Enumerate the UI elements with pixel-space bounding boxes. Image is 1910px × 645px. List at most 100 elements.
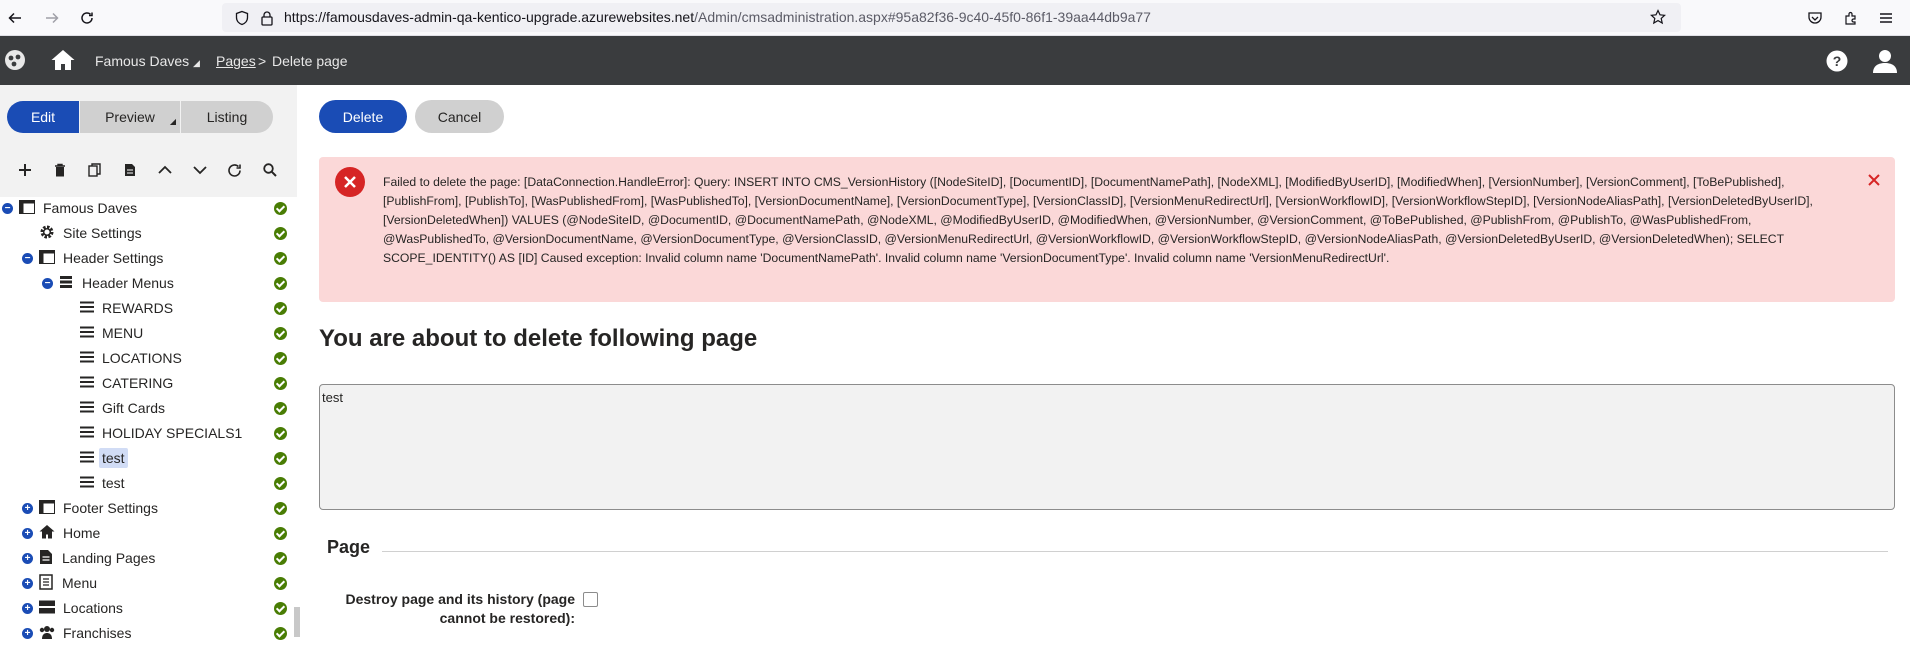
close-icon[interactable] (1866, 172, 1882, 188)
home-icon (39, 524, 55, 542)
tree-node-landing-pages[interactable]: Landing Pages (39, 547, 158, 569)
chevron-up-icon[interactable] (147, 158, 182, 182)
tree-node-menu-item[interactable]: CATERING (80, 372, 176, 394)
tree-node-label: Landing Pages (62, 550, 156, 566)
published-check-icon (274, 477, 287, 490)
forward-icon[interactable] (40, 6, 64, 30)
published-check-icon (274, 302, 287, 315)
tree-node-root[interactable]: Famous Daves (19, 197, 140, 219)
breadcrumb-pages-link[interactable]: Pages (216, 53, 256, 69)
published-check-icon (274, 277, 287, 290)
bookmark-star-icon[interactable] (1650, 9, 1666, 30)
page-list-item: test (322, 390, 343, 405)
help-icon[interactable]: ? (1826, 50, 1848, 77)
tree-node-label: test (102, 475, 125, 491)
published-check-icon (274, 327, 287, 340)
move-page-icon[interactable] (112, 158, 147, 182)
refresh-icon[interactable] (217, 158, 252, 182)
tree-node-menu-item-selected[interactable]: test (80, 447, 128, 469)
content-tree: − Famous Daves Site Settings − Header Se… (0, 197, 297, 645)
gear-icon (39, 224, 55, 243)
breadcrumb-current: Delete page (272, 53, 348, 69)
tree-node-home[interactable]: Home (39, 522, 103, 544)
published-check-icon (274, 427, 287, 440)
error-message-text: Failed to delete the page: [DataConnecti… (383, 175, 1813, 265)
table-layout-icon (39, 249, 55, 267)
destroy-history-label: Destroy page and its history (page canno… (345, 591, 576, 626)
reload-icon[interactable] (75, 6, 99, 30)
destroy-history-checkbox[interactable] (583, 592, 598, 607)
collapse-icon[interactable]: − (42, 278, 53, 289)
table-layout-icon (39, 499, 55, 517)
mode-listing-button[interactable]: Listing (181, 101, 273, 133)
chevron-down-icon[interactable] (182, 158, 217, 182)
hamburger-menu-icon[interactable] (1874, 6, 1898, 30)
error-icon (335, 167, 365, 197)
tree-node-label: Header Settings (63, 250, 164, 266)
lines-icon (80, 450, 94, 466)
tree-node-label: Home (63, 525, 101, 541)
tree-node-franchises[interactable]: Franchises (39, 622, 134, 644)
lines-icon (80, 475, 94, 491)
tree-node-menu-item[interactable]: Gift Cards (80, 397, 168, 419)
tree-node-menu-item[interactable]: REWARDS (80, 297, 176, 319)
expand-icon[interactable]: + (22, 578, 33, 589)
published-check-icon (274, 627, 287, 640)
tree-node-menu-item[interactable]: LOCATIONS (80, 347, 185, 369)
home-icon[interactable] (50, 48, 76, 77)
tree-node-footer-settings[interactable]: Footer Settings (39, 497, 161, 519)
rows-icon (39, 600, 55, 617)
list-icon (59, 275, 73, 292)
pocket-icon[interactable] (1803, 6, 1827, 30)
tree-node-header-settings[interactable]: Header Settings (39, 247, 166, 269)
expand-icon[interactable]: + (22, 603, 33, 614)
tree-node-locations[interactable]: Locations (39, 597, 126, 619)
published-check-icon (274, 227, 287, 240)
delete-page-icon[interactable] (42, 158, 77, 182)
content-tree-panel: Edit Preview ◢ Listing − Famous Daves Si… (0, 85, 300, 645)
published-check-icon (274, 452, 287, 465)
mode-preview-button[interactable]: Preview ◢ (80, 101, 180, 133)
url-text[interactable]: https://famousdaves-admin-qa-kentico-upg… (284, 9, 1151, 25)
expand-icon[interactable]: + (22, 553, 33, 564)
section-title: Page (327, 537, 371, 557)
tree-node-label: HOLIDAY SPECIALS1 (102, 425, 243, 441)
tree-node-menu-item[interactable]: MENU (80, 322, 146, 344)
search-icon[interactable] (252, 158, 287, 182)
tree-node-label: test (99, 448, 128, 468)
expand-icon[interactable]: + (22, 628, 33, 639)
site-selector[interactable]: Famous Daves ◢ (95, 53, 200, 69)
lines-icon (80, 400, 94, 416)
section-divider (382, 551, 1888, 552)
pages-to-delete-list: test (319, 384, 1895, 510)
lock-icon[interactable] (260, 10, 274, 31)
chevron-down-icon: ◢ (169, 117, 176, 126)
extensions-icon[interactable] (1839, 6, 1863, 30)
tree-node-menu[interactable]: Menu (39, 572, 100, 594)
tree-node-label: Header Menus (82, 275, 174, 291)
add-page-icon[interactable] (7, 158, 42, 182)
lines-icon (80, 300, 94, 316)
tree-node-label: Franchises (63, 625, 132, 641)
mode-edit-button[interactable]: Edit (7, 101, 79, 133)
delete-button[interactable]: Delete (319, 100, 407, 133)
published-check-icon (274, 377, 287, 390)
tree-node-menu-item[interactable]: test (80, 472, 128, 494)
table-layout-icon (19, 199, 35, 217)
tree-node-site-settings[interactable]: Site Settings (39, 222, 145, 244)
tree-node-menu-item[interactable]: HOLIDAY SPECIALS1 (80, 422, 245, 444)
tree-node-header-menus[interactable]: Header Menus (59, 272, 177, 294)
kentico-logo-icon[interactable] (4, 49, 26, 76)
expand-icon[interactable]: + (22, 528, 33, 539)
address-bar[interactable]: https://famousdaves-admin-qa-kentico-upg… (222, 3, 1681, 32)
collapse-icon[interactable]: − (22, 253, 33, 264)
cancel-button[interactable]: Cancel (415, 100, 504, 133)
copy-page-icon[interactable] (77, 158, 112, 182)
page-title: You are about to delete following page (319, 325, 758, 352)
collapse-icon[interactable]: − (2, 203, 13, 214)
shield-icon[interactable] (234, 10, 250, 31)
back-icon[interactable] (3, 6, 27, 30)
browser-toolbar: https://famousdaves-admin-qa-kentico-upg… (0, 0, 1910, 36)
user-avatar-icon[interactable] (1872, 49, 1898, 78)
expand-icon[interactable]: + (22, 503, 33, 514)
